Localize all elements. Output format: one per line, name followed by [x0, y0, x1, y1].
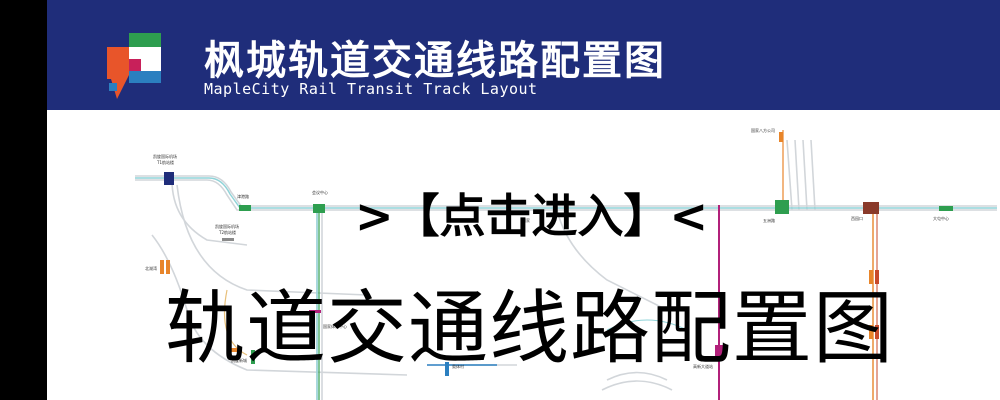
station-sublabel: T2航站楼	[218, 229, 236, 235]
poster-big-title: 轨道交通线路配置图	[165, 282, 894, 375]
header-banner: 枫城轨道交通线路配置图 MapleCity Rail Transit Track…	[47, 0, 1000, 110]
maplecity-logo	[107, 33, 161, 99]
station-label: 五洲路	[763, 217, 775, 223]
station-label: 大屯中心	[933, 215, 949, 221]
station-label: 津港路	[237, 193, 249, 199]
enter-link[interactable]: >【点击进入】<	[355, 180, 708, 246]
header-subtitle: MapleCity Rail Transit Track Layout	[204, 80, 538, 98]
header-title: 枫城轨道交通线路配置图	[204, 38, 666, 84]
station-label: 国家八方公司	[751, 127, 775, 133]
station-label: 会议中心	[312, 189, 328, 195]
station-label: 凯旋国际机场	[153, 153, 177, 159]
station-label: 凯旋国际机场	[215, 223, 239, 229]
station-label: 西园口	[851, 215, 863, 221]
station-label: 北湖湾	[145, 265, 157, 271]
poster-frame: 枫城轨道交通线路配置图 MapleCity Rail Transit Track…	[47, 0, 1000, 400]
station-sublabel: T1航站楼	[156, 159, 174, 165]
